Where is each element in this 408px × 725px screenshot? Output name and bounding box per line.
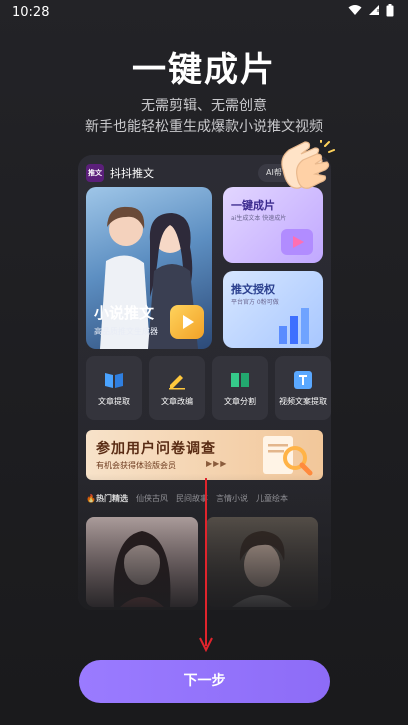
document-magnifier-icon — [263, 436, 313, 476]
text-extract-icon — [293, 370, 313, 390]
novel-card-subtitle: 高品质推文生成器 — [94, 327, 158, 336]
tool-label: 视频文案提取 — [279, 396, 327, 406]
novel-promo-card: 小说推文 高品质推文生成器 — [86, 187, 212, 349]
bar-chart-icon — [279, 308, 309, 344]
category-label: 热门精选 — [95, 494, 128, 503]
clapping-hands-icon — [281, 140, 335, 189]
tweet-authorization-title: 推文授权 — [231, 283, 275, 296]
video-play-icon — [281, 229, 313, 255]
split-book-icon — [230, 370, 250, 390]
one-click-video-title: 一键成片 — [231, 199, 275, 212]
category-romance: 言情小说 — [215, 494, 248, 503]
story-thumbnail — [206, 517, 318, 607]
boy-portrait-illustration — [232, 531, 292, 607]
tool-article-split: 文章分割 — [212, 356, 268, 420]
tool-label: 文章改编 — [161, 396, 193, 406]
play-icon — [170, 305, 204, 339]
signal-icon: x — [368, 4, 380, 20]
battery-icon — [386, 3, 394, 21]
next-step-button[interactable]: 下一步 — [79, 660, 330, 703]
one-click-video-card: 一键成片 ai生成文本 快速成片 — [223, 187, 323, 263]
hero-subtitle-line1: 无需剪辑、无需创意 — [141, 98, 267, 114]
tool-label: 文章提取 — [98, 396, 130, 406]
hero-subtitle-line2: 新手也能轻松重生成爆款小说推文视频 — [85, 119, 323, 135]
tweet-authorization-subtitle: 平台官方 0粉可做 — [231, 299, 279, 306]
tool-video-copy-extract: 视频文案提取 — [275, 356, 331, 420]
survey-banner: 参加用户问卷调查 有机会获得体验版会员 ▶▶▶ — [86, 430, 323, 480]
book-icon — [104, 370, 124, 390]
category-hot: 🔥热门精选 — [86, 493, 128, 504]
wifi-icon — [348, 4, 362, 20]
pencil-icon — [167, 370, 187, 390]
app-name: 抖抖推文 — [110, 167, 154, 180]
status-bar: 10:28 x — [0, 0, 408, 24]
svg-text:x: x — [377, 8, 380, 14]
tool-label: 文章分割 — [224, 396, 256, 406]
category-tabs: 🔥热门精选 仙侠古风 民间故事 言情小说 儿童绘本 — [86, 493, 288, 504]
hero-title: 一键成片 — [132, 50, 276, 90]
fire-icon: 🔥 — [86, 494, 96, 503]
app-logo: 推文 — [86, 164, 104, 182]
category-picture-books: 儿童绘本 — [255, 494, 288, 503]
arrow-down-icon — [199, 478, 213, 653]
tool-article-extract: 文章提取 — [86, 356, 142, 420]
story-thumbnail — [86, 517, 198, 607]
girl-portrait-illustration — [113, 531, 171, 607]
one-click-video-subtitle: ai生成文本 快速成片 — [231, 215, 287, 222]
arrows-icon: ▶▶▶ — [206, 459, 228, 468]
tool-article-adapt: 文章改编 — [149, 356, 205, 420]
status-icons: x — [348, 3, 394, 21]
status-time: 10:28 — [12, 4, 50, 20]
preview-app-header: 推文 抖抖推文 — [86, 164, 154, 182]
tweet-authorization-card: 推文授权 平台官方 0粉可做 — [223, 271, 323, 348]
novel-card-title: 小说推文 — [94, 304, 155, 322]
survey-title: 参加用户问卷调查 — [96, 441, 216, 457]
survey-subtitle: 有机会获得体验版会员 — [96, 461, 176, 470]
tools-row: 文章提取 文章改编 文章分割 视频文案提取 — [86, 356, 331, 420]
category-xianxia: 仙侠古风 — [135, 494, 168, 503]
